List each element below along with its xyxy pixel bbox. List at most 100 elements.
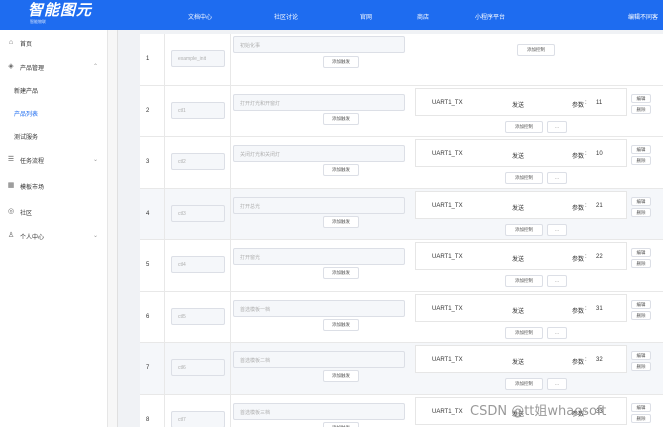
rule-description-input[interactable]: 初始化事 bbox=[233, 36, 405, 53]
add-control-button[interactable]: 添加控制 bbox=[505, 223, 543, 236]
more-button[interactable]: ... bbox=[547, 120, 567, 133]
rule-name-input[interactable]: ctl1 bbox=[171, 101, 225, 119]
mode-label: 发送 bbox=[512, 308, 525, 315]
column-divider bbox=[164, 291, 165, 342]
sidebar-item-product-management[interactable]: ◈ 产品管理 ⌃ bbox=[0, 60, 108, 74]
device-name: UART1_TX bbox=[432, 357, 463, 363]
add-control-button[interactable]: 添加控制 bbox=[505, 120, 543, 133]
edit-button[interactable]: 编辑 bbox=[631, 402, 651, 412]
community-icon: ◎ bbox=[7, 208, 15, 215]
rule-description-input[interactable]: 打开灯光和开窗灯 bbox=[233, 93, 405, 111]
add-control-button[interactable]: 添加控制 bbox=[505, 378, 543, 390]
chevron-down-icon: ⌄ bbox=[93, 157, 99, 163]
param-label: 参数 bbox=[572, 205, 585, 212]
edit-button[interactable]: 编辑 bbox=[631, 145, 651, 154]
scrollbar-track[interactable] bbox=[108, 30, 118, 427]
rule-description-input[interactable]: 首选模板三档 bbox=[233, 402, 405, 420]
row-index: 2 bbox=[146, 107, 150, 114]
more-button[interactable]: ... bbox=[547, 275, 567, 287]
top-navigation-bar: 智能图元 智能物联 文档中心 社区讨论 官网 商店 小程序平台 编辑不同客 bbox=[0, 0, 663, 30]
sidebar-item-template-market[interactable]: ▦ 模板市场 bbox=[0, 179, 108, 193]
add-control-button[interactable]: 添加控制 bbox=[517, 44, 555, 56]
column-divider bbox=[164, 137, 165, 188]
more-button[interactable]: ... bbox=[547, 223, 567, 236]
add-trigger-button[interactable]: 添加触发 bbox=[323, 267, 359, 279]
delete-button[interactable]: 删除 bbox=[631, 156, 651, 165]
nav-link-community[interactable]: 社区讨论 bbox=[274, 12, 298, 21]
edit-button[interactable]: 编辑 bbox=[631, 196, 651, 206]
add-trigger-button[interactable]: 添加触发 bbox=[323, 318, 359, 331]
add-control-button[interactable]: 添加控制 bbox=[505, 172, 543, 184]
add-trigger-button[interactable]: 添加触发 bbox=[323, 56, 359, 68]
rule-name-input[interactable]: ctl5 bbox=[171, 307, 225, 325]
sidebar-item-test-service[interactable]: 测试服务 bbox=[0, 129, 108, 143]
sidebar-item-personal-center[interactable]: ♙ 个人中心 ⌄ bbox=[0, 229, 108, 243]
sidebar-item-product-list[interactable]: 产品列表 bbox=[0, 106, 108, 120]
column-divider bbox=[230, 240, 231, 291]
mode-label: 发送 bbox=[512, 102, 525, 109]
rule-description-input[interactable]: 关闭灯光和关闭灯 bbox=[233, 145, 405, 162]
rule-name-input[interactable]: ctl4 bbox=[171, 256, 225, 273]
sidebar-item-new-product[interactable]: 新建产品 bbox=[0, 83, 108, 97]
add-control-button[interactable]: 添加控制 bbox=[505, 275, 543, 287]
rule-description-input[interactable]: 首选模板一档 bbox=[233, 299, 405, 317]
more-button[interactable]: ... bbox=[547, 172, 567, 184]
mode-label: 发送 bbox=[512, 257, 525, 263]
app-logo-subtitle: 智能物联 bbox=[30, 19, 46, 24]
column-divider bbox=[230, 34, 231, 85]
param-value: 32 bbox=[596, 357, 603, 363]
column-divider bbox=[164, 188, 165, 239]
user-menu[interactable]: 编辑不同客 bbox=[628, 12, 658, 21]
rule-description-input[interactable]: 打开窗光 bbox=[233, 248, 405, 265]
row-index: 4 bbox=[146, 210, 150, 217]
device-name: UART1_TX bbox=[432, 151, 463, 157]
row-index: 1 bbox=[146, 56, 150, 62]
chevron-up-icon: ⌃ bbox=[93, 64, 99, 70]
delete-button[interactable]: 删除 bbox=[631, 259, 651, 268]
add-trigger-button[interactable]: 添加触发 bbox=[323, 215, 359, 228]
table-row: 3 ctl2 关闭灯光和关闭灯 添加触发 UART1_TX 发送 参数:10 添加控制... 编… bbox=[140, 137, 663, 189]
sidebar-item-label: 首页 bbox=[20, 42, 33, 48]
add-trigger-button[interactable]: 添加触发 bbox=[323, 370, 359, 382]
app-logo[interactable]: 智能图元 bbox=[28, 3, 92, 18]
add-trigger-button[interactable]: 添加触发 bbox=[323, 164, 359, 176]
rule-name-input[interactable]: example_init bbox=[171, 50, 225, 67]
edit-button[interactable]: 编辑 bbox=[631, 351, 651, 360]
edit-button[interactable]: 编辑 bbox=[631, 299, 651, 309]
nav-link-website[interactable]: 官网 bbox=[360, 12, 372, 21]
delete-button[interactable]: 删除 bbox=[631, 310, 651, 320]
param-value: 10 bbox=[596, 151, 603, 157]
sidebar-item-home[interactable]: ⌂ 首页 bbox=[0, 36, 108, 50]
rule-description-input[interactable]: 打开总光 bbox=[233, 196, 405, 214]
add-trigger-button[interactable]: 添加触发 bbox=[323, 112, 359, 125]
nav-link-miniprogram[interactable]: 小程序平台 bbox=[475, 12, 505, 21]
add-trigger-button[interactable]: 添加触发 bbox=[323, 421, 359, 427]
delete-button[interactable]: 删除 bbox=[631, 413, 651, 423]
nav-link-store[interactable]: 商店 bbox=[417, 12, 429, 21]
rule-name-input[interactable]: ctl2 bbox=[171, 153, 225, 170]
edit-button[interactable]: 编辑 bbox=[631, 93, 651, 103]
rule-name-input[interactable]: ctl7 bbox=[171, 410, 225, 427]
more-button[interactable]: ... bbox=[547, 378, 567, 390]
rule-name-input[interactable]: ctl6 bbox=[171, 359, 225, 376]
device-name: UART1_TX bbox=[432, 202, 463, 209]
param-value: 31 bbox=[596, 305, 603, 312]
sidebar-item-task-flow[interactable]: ☰ 任务流程 ⌄ bbox=[0, 153, 108, 167]
delete-button[interactable]: 删除 bbox=[631, 207, 651, 217]
param-value: 11 bbox=[596, 99, 603, 106]
sidebar-item-label: 社区 bbox=[20, 211, 33, 217]
add-control-button[interactable]: 添加控制 bbox=[505, 326, 543, 339]
rule-name-input[interactable]: ctl3 bbox=[171, 204, 225, 222]
rule-description-input[interactable]: 首选模板二档 bbox=[233, 351, 405, 368]
delete-button[interactable]: 删除 bbox=[631, 362, 651, 371]
sidebar-item-label: 模板市场 bbox=[20, 185, 45, 191]
delete-button[interactable]: 删除 bbox=[631, 104, 651, 114]
table-row: 5 ctl4 打开窗光 添加触发 UART1_TX 发送 参数:22 添加控制... 编辑 删除 bbox=[140, 240, 663, 292]
flow-icon: ☰ bbox=[7, 156, 15, 163]
nav-link-docs[interactable]: 文档中心 bbox=[188, 12, 212, 21]
more-button[interactable]: ... bbox=[547, 326, 567, 339]
edit-button[interactable]: 编辑 bbox=[631, 248, 651, 257]
watermark: CSDN @tt姐whaosoft bbox=[470, 404, 607, 419]
rules-table: 1 example_init 初始化事 添加触发 添加控制 2 ctl1 打开灯光和开窗灯 添加… bbox=[140, 34, 663, 427]
sidebar-item-community[interactable]: ◎ 社区 bbox=[0, 205, 108, 219]
